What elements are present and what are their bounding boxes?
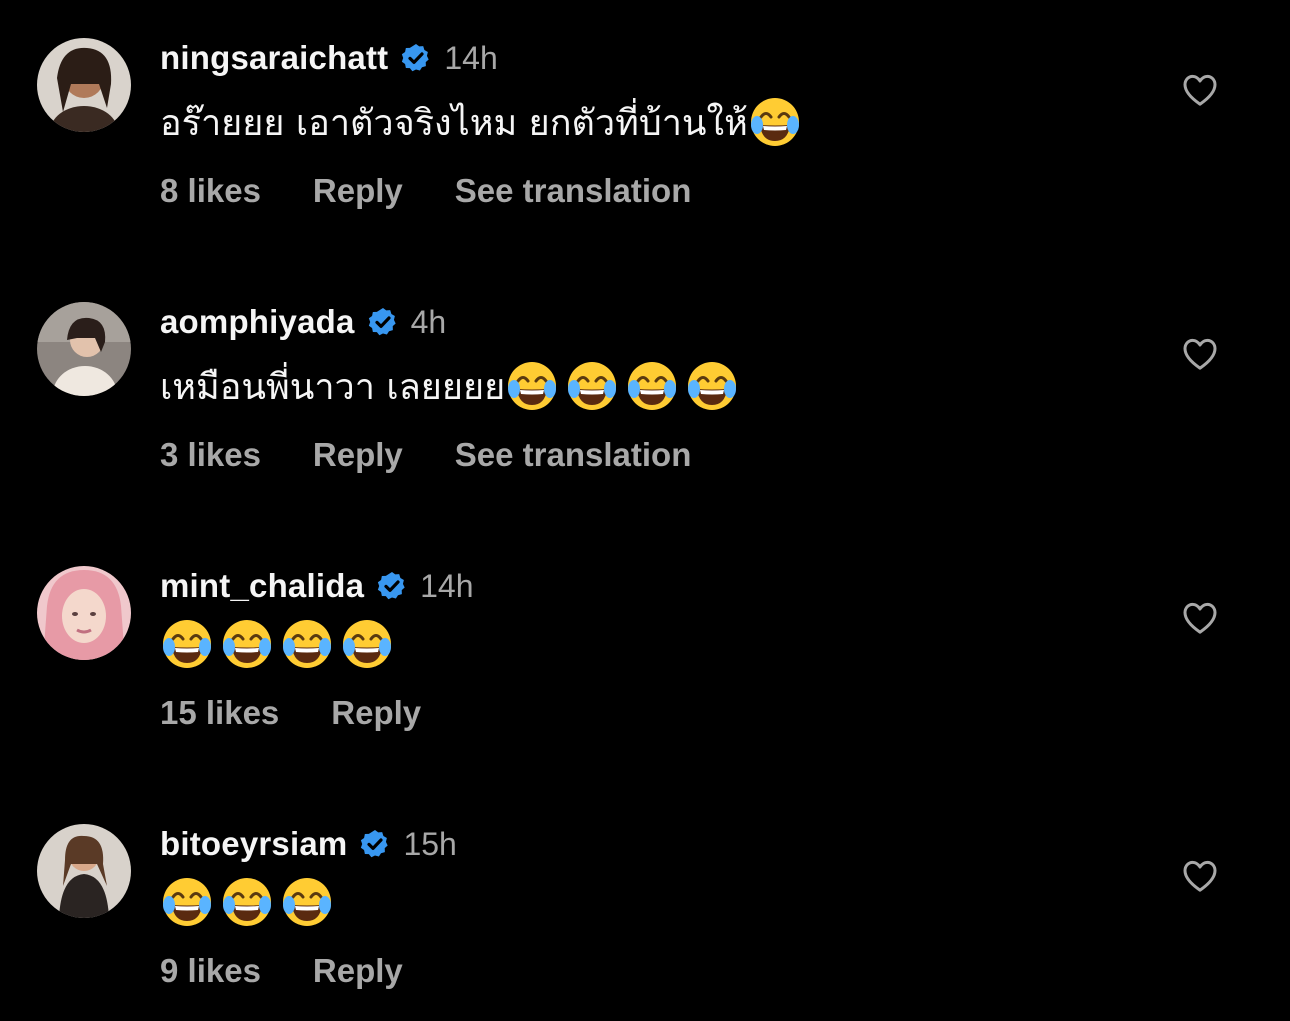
comment-actions: 15 likes Reply [160, 691, 473, 735]
timestamp: 4h [410, 303, 447, 340]
like-heart-icon[interactable] [1180, 598, 1220, 638]
verified-badge-icon [400, 42, 432, 74]
comment: ningsaraichatt 14h อร๊ายยย เอาตัวจริงไหม… [0, 0, 1290, 230]
face-with-tears-of-joy-icon [220, 875, 274, 929]
likes-count-button[interactable]: 9 likes [160, 952, 261, 990]
username[interactable]: bitoeyrsiam [160, 825, 347, 863]
avatar[interactable] [37, 38, 131, 132]
comment: mint_chalida 14h 15 likes Reply [0, 528, 1290, 758]
reply-button[interactable]: Reply [331, 694, 421, 732]
comment-text [160, 874, 340, 930]
avatar[interactable] [37, 566, 131, 660]
face-with-tears-of-joy-icon [220, 617, 274, 671]
comment-header: bitoeyrsiam 15h [160, 822, 457, 866]
face-with-tears-of-joy-icon [340, 617, 394, 671]
emoji-group [748, 95, 808, 149]
verified-badge-icon [367, 306, 399, 338]
comment-header: aomphiyada 4h [160, 300, 446, 344]
face-with-tears-of-joy-icon [160, 875, 214, 929]
face-with-tears-of-joy-icon [748, 95, 802, 149]
face-with-tears-of-joy-icon [565, 359, 619, 413]
avatar[interactable] [37, 824, 131, 918]
face-with-tears-of-joy-icon [280, 875, 334, 929]
comment: aomphiyada 4h เหมือนพี่นาวา เลยยยย 3 lik… [0, 264, 1290, 494]
face-with-tears-of-joy-icon [280, 617, 334, 671]
comment-header: mint_chalida 14h [160, 564, 474, 608]
comment-body: อร๊ายยย เอาตัวจริงไหม ยกตัวที่บ้านให้ [160, 102, 748, 144]
comment: bitoeyrsiam 15h 9 likes Reply [0, 786, 1290, 1016]
see-translation-button[interactable]: See translation [455, 436, 692, 474]
comment-text [160, 616, 400, 672]
comment-text: อร๊ายยย เอาตัวจริงไหม ยกตัวที่บ้านให้ [160, 94, 808, 150]
comment-header: ningsaraichatt 14h [160, 36, 498, 80]
emoji-group [160, 617, 400, 671]
reply-button[interactable]: Reply [313, 436, 403, 474]
comment-actions: 8 likes Reply See translation [160, 169, 743, 213]
comment-body: เหมือนพี่นาวา เลยยยย [160, 366, 506, 408]
timestamp: 14h [444, 39, 498, 76]
see-translation-button[interactable]: See translation [455, 172, 692, 210]
username[interactable]: ningsaraichatt [160, 39, 388, 77]
reply-button[interactable]: Reply [313, 172, 403, 210]
username[interactable]: mint_chalida [160, 567, 364, 605]
comment-actions: 9 likes Reply [160, 949, 455, 993]
avatar[interactable] [37, 302, 131, 396]
likes-count-button[interactable]: 15 likes [160, 694, 279, 732]
face-with-tears-of-joy-icon [625, 359, 679, 413]
like-heart-icon[interactable] [1180, 856, 1220, 896]
likes-count-button[interactable]: 8 likes [160, 172, 261, 210]
emoji-group [505, 359, 745, 413]
username[interactable]: aomphiyada [160, 303, 355, 341]
face-with-tears-of-joy-icon [160, 617, 214, 671]
face-with-tears-of-joy-icon [505, 359, 559, 413]
comment-actions: 3 likes Reply See translation [160, 433, 743, 477]
like-heart-icon[interactable] [1180, 70, 1220, 110]
comment-text: เหมือนพี่นาวา เลยยยย [160, 358, 745, 414]
verified-badge-icon [376, 570, 408, 602]
timestamp: 15h [403, 825, 457, 862]
timestamp: 14h [420, 567, 474, 604]
likes-count-button[interactable]: 3 likes [160, 436, 261, 474]
verified-badge-icon [359, 828, 391, 860]
reply-button[interactable]: Reply [313, 952, 403, 990]
emoji-group [160, 875, 340, 929]
like-heart-icon[interactable] [1180, 334, 1220, 374]
face-with-tears-of-joy-icon [685, 359, 739, 413]
